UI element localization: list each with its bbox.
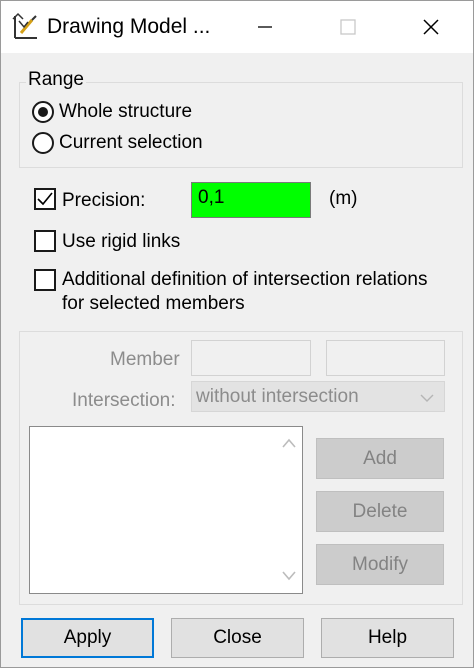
intersection-label: Intersection: bbox=[72, 390, 176, 411]
minimize-button[interactable] bbox=[237, 1, 293, 53]
radio-whole-structure-label[interactable]: Whole structure bbox=[59, 101, 192, 123]
help-button[interactable]: Help bbox=[321, 618, 454, 658]
range-group-label: Range bbox=[26, 69, 86, 91]
apply-button[interactable]: Apply bbox=[21, 618, 154, 658]
add-button: Add bbox=[316, 438, 444, 479]
member-listbox[interactable] bbox=[29, 426, 303, 594]
checkmark-icon bbox=[37, 192, 53, 206]
scroll-down-icon bbox=[282, 571, 296, 581]
member-field-1 bbox=[191, 340, 311, 376]
minimize-icon bbox=[258, 26, 272, 28]
precision-label[interactable]: Precision: bbox=[62, 190, 145, 212]
chevron-down-icon bbox=[420, 394, 434, 402]
delete-button: Delete bbox=[316, 491, 444, 532]
close-window-button[interactable] bbox=[403, 1, 459, 53]
radio-current-selection-label[interactable]: Current selection bbox=[59, 132, 203, 154]
close-button[interactable]: Close bbox=[171, 618, 304, 658]
radio-current-selection[interactable] bbox=[32, 132, 54, 154]
additional-definition-label-line2[interactable]: for selected members bbox=[62, 293, 245, 315]
dialog-window: Drawing Model ... Range Whole structure … bbox=[0, 0, 474, 668]
title-bar[interactable]: Drawing Model ... bbox=[1, 1, 473, 53]
intersection-select-value: without intersection bbox=[196, 386, 359, 407]
rigid-links-label[interactable]: Use rigid links bbox=[62, 231, 180, 253]
radio-whole-structure[interactable] bbox=[32, 101, 54, 123]
modify-button: Modify bbox=[316, 544, 444, 585]
drawing-model-icon bbox=[12, 12, 37, 39]
range-group bbox=[19, 82, 463, 168]
intersection-select: without intersection bbox=[191, 381, 445, 412]
additional-definition-label-line1[interactable]: Additional definition of intersection re… bbox=[62, 269, 427, 291]
member-field-2 bbox=[326, 340, 445, 376]
maximize-icon bbox=[340, 19, 356, 35]
precision-input[interactable]: 0,1 bbox=[191, 182, 311, 218]
precision-checkbox[interactable] bbox=[34, 188, 56, 210]
rigid-links-checkbox[interactable] bbox=[34, 230, 56, 252]
window-title: Drawing Model ... bbox=[47, 15, 211, 38]
member-label: Member bbox=[110, 349, 180, 370]
maximize-button bbox=[320, 1, 376, 53]
scroll-up-icon bbox=[282, 438, 296, 448]
close-icon bbox=[423, 19, 439, 35]
additional-definition-checkbox[interactable] bbox=[34, 269, 56, 291]
precision-unit: (m) bbox=[329, 188, 358, 209]
